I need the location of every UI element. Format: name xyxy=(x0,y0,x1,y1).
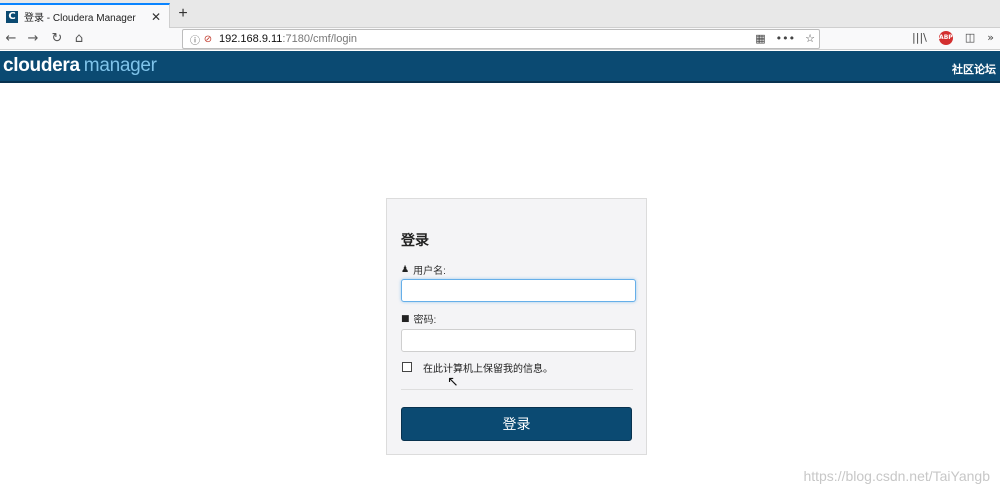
qr-code-icon[interactable]: ▦ xyxy=(755,31,765,47)
logo-cloudera-text: cloudera xyxy=(3,55,80,76)
login-button[interactable]: 登录 xyxy=(401,407,632,441)
back-icon[interactable]: ← xyxy=(2,30,20,48)
username-label-text: 用户名: xyxy=(413,266,446,277)
user-icon: ♟ xyxy=(401,264,410,275)
mouse-cursor-icon: ↖ xyxy=(447,374,459,390)
reload-icon[interactable]: ↻ xyxy=(48,30,66,48)
library-icon[interactable]: |||\ xyxy=(912,30,927,46)
sidebar-icon[interactable]: ◫ xyxy=(965,30,975,46)
lock-icon: ■ xyxy=(401,313,410,324)
tab-close-icon[interactable]: ✕ xyxy=(149,10,163,24)
remember-me-label[interactable]: 在此计算机上保留我的信息。 xyxy=(423,360,553,375)
home-icon[interactable]: ⌂ xyxy=(70,30,88,48)
username-label: ♟ 用户名: xyxy=(401,262,446,278)
login-title: 登录 xyxy=(401,232,429,248)
address-bar[interactable]: ⓘ ⊘ 192.168.9.11 :7180/cmf/login ▦ ••• ☆ xyxy=(182,29,820,49)
watermark: https://blog.csdn.net/TaiYangb xyxy=(803,468,990,484)
adblock-icon[interactable]: ABP xyxy=(938,31,953,45)
forward-icon[interactable]: → xyxy=(24,30,42,48)
info-icon[interactable]: ⓘ xyxy=(189,32,201,47)
url-host: 192.168.9.11 xyxy=(219,33,283,45)
logo-manager-text: manager xyxy=(83,55,157,76)
password-label: ■ 密码: xyxy=(401,311,437,327)
cloudera-favicon-icon: C xyxy=(6,10,18,23)
browser-tab[interactable]: C 登录 - Cloudera Manager ✕ xyxy=(0,3,170,28)
bookmark-star-icon[interactable]: ☆ xyxy=(805,31,815,47)
url-path: :7180/cmf/login xyxy=(282,33,358,45)
page-actions-icon[interactable]: ••• xyxy=(776,31,795,47)
tab-title: 登录 - Cloudera Manager xyxy=(24,13,136,24)
remember-me-checkbox[interactable] xyxy=(402,362,412,372)
username-input[interactable] xyxy=(401,279,636,302)
community-forum-link[interactable]: 社区论坛 xyxy=(952,61,996,77)
login-panel: 登录 ♟ 用户名: ■ 密码: 在此计算机上保留我的信息。 登录 xyxy=(386,198,647,455)
password-input[interactable] xyxy=(401,329,636,352)
form-divider xyxy=(401,389,633,390)
nav-bar: ← → ↻ ⌂ ⓘ ⊘ 192.168.9.11 :7180/cmf/login… xyxy=(0,28,1000,50)
overflow-menu-icon[interactable]: » xyxy=(987,30,994,46)
insecure-lock-icon[interactable]: ⊘ xyxy=(201,34,215,45)
new-tab-button[interactable]: + xyxy=(174,5,192,23)
tab-strip: C 登录 - Cloudera Manager ✕ + xyxy=(0,0,1000,28)
password-label-text: 密码: xyxy=(413,315,437,326)
app-header: cloudera manager 社区论坛 xyxy=(0,51,1000,83)
cloudera-manager-logo[interactable]: cloudera manager xyxy=(3,55,157,77)
